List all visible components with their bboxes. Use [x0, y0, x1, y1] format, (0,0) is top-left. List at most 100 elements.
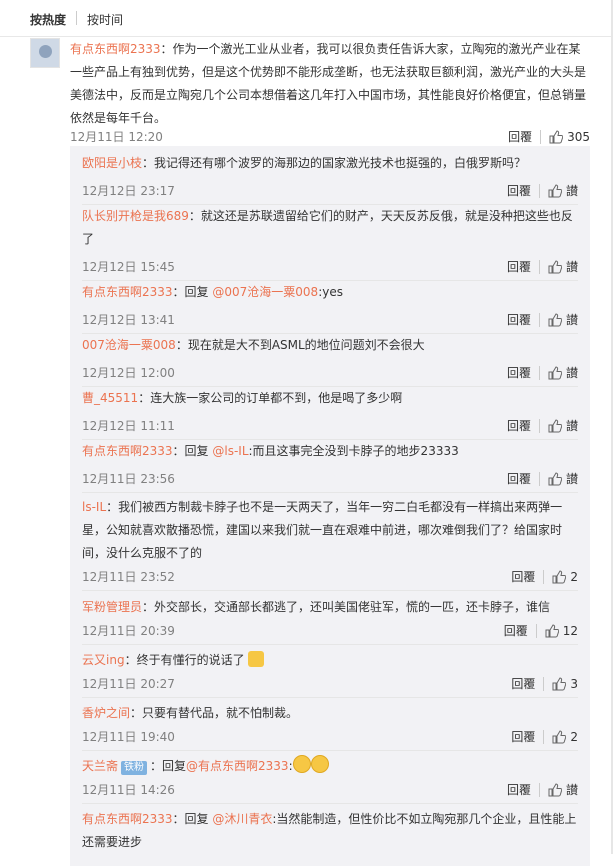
like-button[interactable]: 2	[552, 730, 578, 744]
like-count: 讃	[565, 472, 578, 486]
reply-actions: 回覆 2	[511, 728, 578, 745]
reply-button[interactable]: 回覆	[511, 568, 535, 585]
reply-text: ls-IL：我们被西方制裁卡脖子也不是一天两天了，当年一穷二白毛都没有一样搞出来…	[82, 496, 582, 565]
thumbs-up-icon	[552, 729, 567, 744]
action-divider	[538, 418, 540, 433]
reply-content: ：连大族一家公司的订单都不到，他是喝了多少啊	[138, 391, 403, 405]
tab-hot[interactable]: 按热度	[30, 11, 66, 28]
comment-author[interactable]: 有点东西啊2333	[70, 42, 161, 56]
like-button[interactable]: 讃	[548, 417, 578, 434]
reply-content: ：终于有懂行的说话了	[124, 653, 245, 667]
tab-time[interactable]: 按时间	[87, 11, 123, 28]
action-divider	[538, 471, 540, 486]
reply-text: 有点东西啊2333：回复 @ls-IL:而且这事完全没到卡脖子的地步23333	[82, 440, 582, 463]
reply-author[interactable]: 曹_45511	[82, 391, 138, 405]
reply-time: 12月11日 23:56	[82, 472, 175, 486]
reply-author[interactable]: 云又ing	[82, 653, 125, 667]
action-divider	[543, 676, 545, 691]
reply-actions: 回覆 讃	[507, 781, 578, 798]
like-button[interactable]: 305	[549, 130, 590, 144]
reply-time: 12月12日 12:00	[82, 366, 175, 380]
reply-author[interactable]: 香炉之间	[82, 706, 130, 720]
reply-button[interactable]: 回覆	[504, 622, 528, 639]
reply-time: 12月12日 15:45	[82, 260, 175, 274]
reply-divider	[82, 803, 578, 804]
reply-actions: 回覆 讃	[507, 182, 578, 199]
reply-button[interactable]: 回覆	[511, 728, 535, 745]
reply-time: 12月11日 23:52	[82, 570, 175, 584]
reply-content: ：回复	[150, 759, 187, 773]
action-divider	[543, 729, 545, 744]
reply-button[interactable]: 回覆	[511, 675, 535, 692]
reply-author[interactable]: 队长别开枪是我689	[82, 209, 189, 223]
like-count: 12	[562, 623, 578, 638]
reply-time: 12月11日 20:39	[82, 624, 175, 638]
like-count: 2	[570, 569, 578, 584]
reply-time: 12月12日 13:41	[82, 313, 175, 327]
reply-button[interactable]: 回覆	[507, 258, 531, 275]
like-count: 讃	[565, 260, 578, 274]
like-button[interactable]: 讃	[548, 781, 578, 798]
reply-button[interactable]: 回覆	[507, 781, 531, 798]
reply-text: 曹_45511：连大族一家公司的订单都不到，他是喝了多少啊	[82, 387, 582, 410]
reply-time: 12月11日 14:26	[82, 783, 175, 797]
reply-author[interactable]: 有点东西啊2333	[82, 444, 173, 458]
reply-button[interactable]: 回覆	[507, 311, 531, 328]
like-button[interactable]: 讃	[548, 258, 578, 275]
like-count: 讃	[565, 184, 578, 198]
thumbs-up-icon	[545, 623, 559, 638]
like-button[interactable]: 12	[545, 624, 578, 638]
like-button[interactable]: 讃	[548, 182, 578, 199]
like-count: 讃	[565, 419, 578, 433]
comment-actions: 回覆 305	[508, 128, 590, 145]
reply-content: ：回复	[172, 285, 213, 299]
thumbs-up-icon	[549, 129, 564, 144]
like-button[interactable]: 2	[552, 570, 578, 584]
like-button[interactable]: 讃	[548, 470, 578, 487]
reply-actions: 回覆 讃	[507, 311, 578, 328]
reply-author[interactable]: 有点东西啊2333	[82, 285, 173, 299]
reply-button[interactable]: 回覆	[507, 182, 531, 199]
action-divider	[538, 312, 540, 327]
fan-badge: 铁粉	[121, 761, 148, 775]
reply-button[interactable]: 回覆	[507, 364, 531, 381]
like-count: 305	[567, 129, 590, 144]
reply-text: 天兰斋 铁粉 ：回复@有点东西啊2333:	[82, 755, 582, 778]
reply-author[interactable]: 欧阳是小枝	[82, 156, 142, 170]
reply-mention[interactable]: @沐川青衣	[212, 812, 272, 826]
like-button[interactable]: 讃	[548, 311, 578, 328]
action-divider	[535, 623, 537, 638]
main-comment-text: 有点东西啊2333：作为一个激光工业从业者，我可以很负责任告诉大家，立陶宛的激光…	[70, 38, 590, 130]
reply-author[interactable]: ls-IL	[82, 500, 106, 514]
reply-mention[interactable]: @007沧海一粟008	[212, 285, 318, 299]
comment-time: 12月11日 12:20	[70, 130, 163, 144]
laugh-emoji-icon	[310, 755, 329, 773]
reply-text: 队长别开枪是我689：就这还是苏联遗留给它们的财产，天天反苏反俄，就是没种把这些…	[82, 205, 582, 251]
reply-author[interactable]: 军粉管理员	[82, 600, 142, 614]
reply-author[interactable]: 007沧海一粟008	[82, 338, 176, 352]
reply-mention[interactable]: @有点东西啊2333	[186, 759, 289, 773]
like-count: 讃	[565, 783, 578, 797]
reply-button[interactable]: 回覆	[508, 128, 532, 145]
reply-content: ：回复	[172, 812, 213, 826]
reply-author[interactable]: 天兰斋	[82, 759, 118, 773]
thumbs-up-icon	[548, 418, 562, 433]
laugh-emoji-icon	[292, 755, 311, 773]
thumbs-up-icon	[552, 676, 567, 691]
action-divider	[538, 365, 540, 380]
sort-tabs: 按热度 按时间	[0, 0, 613, 37]
reply-divider	[82, 590, 578, 591]
reply-text: 欧阳是小枝：我记得还有哪个波罗的海那边的国家激光技术也挺强的，白俄罗斯吗？	[82, 152, 582, 175]
reply-button[interactable]: 回覆	[507, 470, 531, 487]
avatar[interactable]	[30, 38, 60, 68]
reply-text: 有点东西啊2333：回复 @沐川青衣:当然能制造，但性价比不如立陶宛那几个企业，…	[82, 808, 582, 854]
reply-author[interactable]: 有点东西啊2333	[82, 812, 173, 826]
reply-actions: 回覆 讃	[507, 417, 578, 434]
like-button[interactable]: 讃	[548, 364, 578, 381]
reply-mention[interactable]: @ls-IL	[212, 444, 248, 458]
reply-content-tail: :而且这事完全没到卡脖子的地步23333	[248, 444, 459, 458]
thumbs-up-icon	[548, 782, 562, 797]
like-button[interactable]: 3	[552, 677, 578, 691]
reply-button[interactable]: 回覆	[507, 417, 531, 434]
reply-content: ：外交部长，交通部长都逃了，还叫美国佬驻军，慌的一匹，还卡脖子，谁信	[142, 600, 551, 614]
